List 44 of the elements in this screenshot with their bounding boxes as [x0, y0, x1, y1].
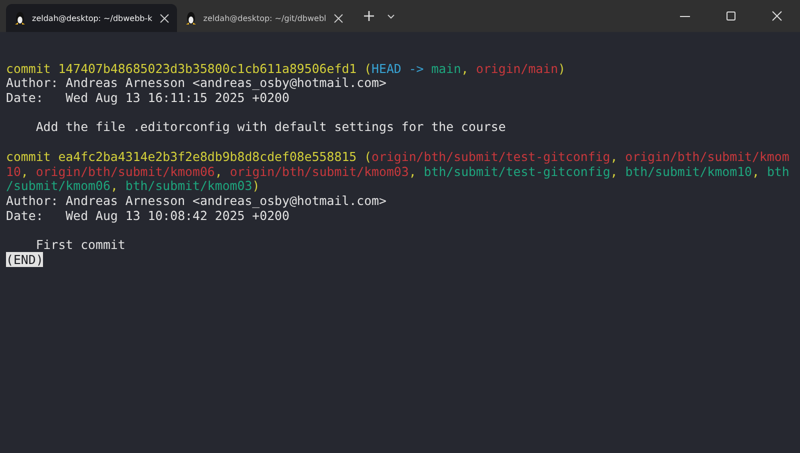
output-text: HEAD ->	[372, 60, 425, 76]
close-icon	[160, 14, 170, 22]
output-text: ,	[20, 164, 30, 178]
output-text: Date: Wed Aug 13 10:08:42 2025 +0200	[6, 208, 290, 223]
close-tab-button[interactable]	[332, 12, 346, 24]
output-text: ,	[610, 148, 619, 164]
output-text: origin/bth/submit/kmom	[625, 148, 790, 164]
output-text: ,	[110, 178, 118, 194]
output-text: origin/main	[476, 60, 558, 76]
output-text: commit 147407b48685023d3b35800c1cb611a89506efd1 (	[6, 60, 372, 76]
output-text: 10	[6, 164, 21, 178]
output-text: bth	[766, 164, 790, 178]
penguin-icon	[14, 11, 26, 25]
output-text: )	[252, 178, 260, 194]
output-text: ,	[461, 60, 470, 76]
plus-icon	[363, 10, 376, 22]
output-text: bth/submit/test-gitconfig	[424, 164, 610, 178]
terminal-tab[interactable]: zeldah@desktop: ~/dbwebb-k	[6, 4, 178, 32]
chevron-down-icon	[387, 14, 396, 18]
output-text: bth/submit/kmom03	[125, 178, 252, 194]
output-text: origin/bth/submit/test-gitconfig	[372, 148, 610, 164]
output-text: commit ea4fc2ba4314e2b3f2e8db9b8d8cdef08e558815 (	[6, 148, 372, 164]
output-text: main	[431, 60, 462, 76]
output-text: Add the file .editorconfig with default settings for the course	[34, 119, 506, 134]
output-text: )	[558, 60, 566, 76]
pager-end-marker: (END)	[6, 252, 44, 267]
maximize-icon	[726, 11, 736, 21]
output-text: Date: Wed Aug 13 16:11:15 2025 +0200	[6, 90, 290, 106]
output-text: /submit/kmom06	[6, 178, 110, 194]
output-text: ,	[752, 164, 760, 178]
close-icon	[334, 14, 344, 22]
output-text: ,	[610, 164, 619, 178]
output-text: Author: Andreas Arnesson <andreas_osby@hotmail.com>	[6, 192, 386, 208]
output-text: origin/bth/submit/kmom03	[230, 164, 409, 178]
output-text: origin/bth/submit/kmom06	[36, 164, 215, 178]
close-tab-button[interactable]	[158, 12, 172, 24]
terminal-tab[interactable]: zeldah@desktop: ~/git/dbwebl	[177, 4, 352, 32]
output-text: bth/submit/kmom10	[625, 164, 752, 178]
output-text: First commit	[34, 236, 126, 252]
output-text: ,	[408, 164, 416, 178]
close-icon	[772, 11, 782, 21]
output-text: Author: Andreas Arnesson <andreas_osby@hotmail.com>	[6, 75, 386, 90]
penguin-icon	[185, 11, 198, 25]
output-text: ,	[214, 164, 224, 178]
